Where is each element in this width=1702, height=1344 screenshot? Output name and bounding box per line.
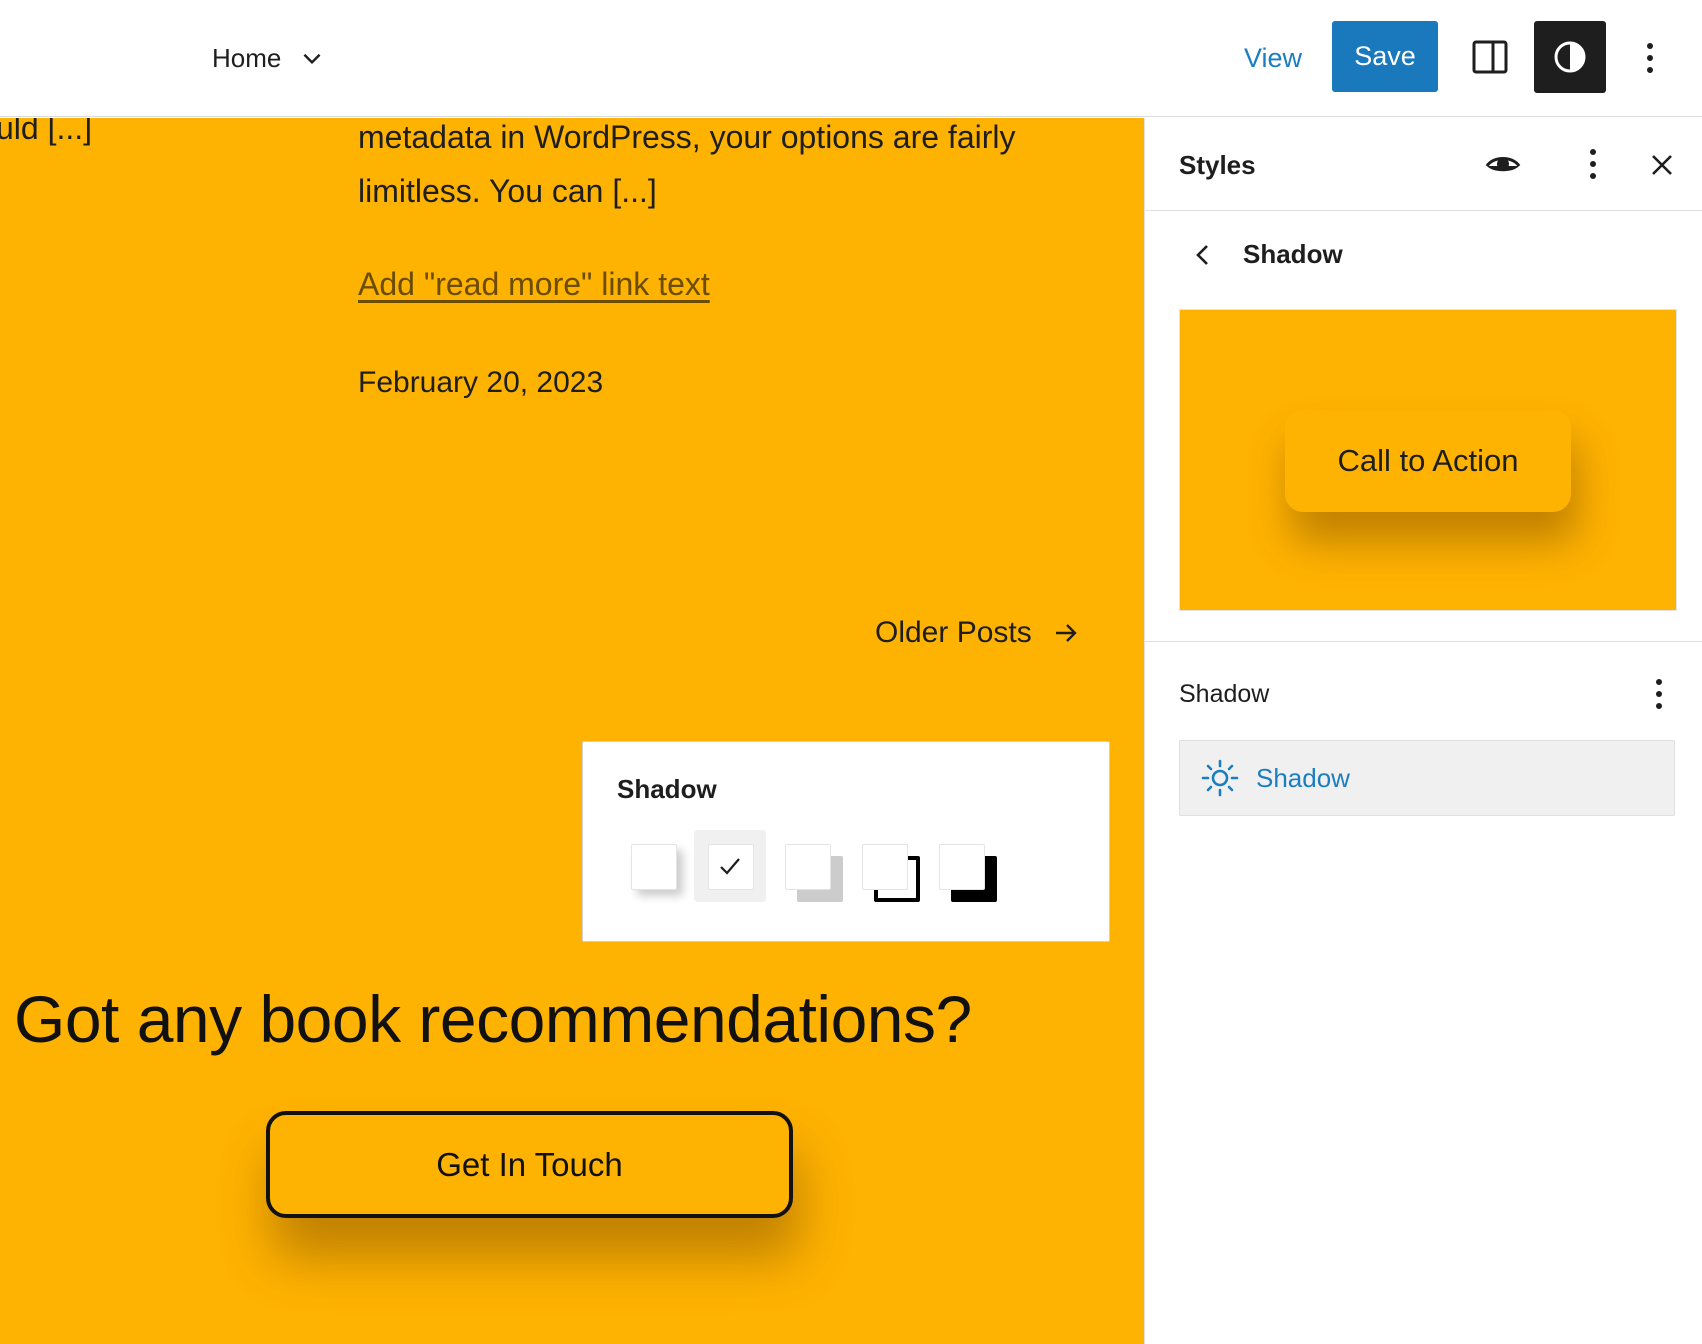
shadow-panel-title: Shadow <box>1179 680 1270 708</box>
styles-sidebar: Styles Shadow Call to Action Shadow Shad… <box>1144 118 1702 1344</box>
older-posts-label: Older Posts <box>875 616 1032 649</box>
more-vertical-icon[interactable] <box>1579 144 1607 184</box>
nav-title: Shadow <box>1243 239 1343 269</box>
chevron-left-icon[interactable] <box>1189 241 1217 269</box>
arrow-right-icon <box>1055 624 1077 642</box>
styles-toggle-button[interactable] <box>1534 21 1606 93</box>
close-icon[interactable] <box>1645 148 1679 182</box>
preview-cta-button: Call to Action <box>1285 410 1571 512</box>
sidebar-header: Styles <box>1145 118 1702 211</box>
sidebar-title: Styles <box>1179 150 1256 180</box>
post-excerpt: metadata in WordPress, your options are … <box>358 119 1016 209</box>
contrast-icon <box>1554 41 1586 73</box>
cta-heading: Got any book recommendations? <box>14 982 972 1056</box>
sidebar-layout-icon[interactable] <box>1470 37 1510 77</box>
editor-header: Home View Save <box>0 0 1702 117</box>
shadow-preset-deep[interactable] <box>694 830 766 902</box>
shadow-popover: Shadow <box>582 741 1110 942</box>
save-button[interactable]: Save <box>1332 21 1438 92</box>
divider <box>1145 641 1702 642</box>
shadow-swatch <box>862 844 908 890</box>
post-date: February 20, 2023 <box>358 366 604 399</box>
older-posts-link[interactable]: Older Posts <box>875 616 1080 650</box>
eye-icon[interactable] <box>1483 146 1523 186</box>
shadow-preset-natural[interactable] <box>617 830 689 902</box>
shadow-preview: Call to Action <box>1179 309 1677 611</box>
sun-icon <box>1201 759 1239 797</box>
more-vertical-icon[interactable] <box>1636 36 1664 80</box>
editor-canvas: uld [...] metadata in WordPress, your op… <box>0 118 1144 1344</box>
chevron-down-icon <box>303 53 321 65</box>
get-in-touch-button[interactable]: Get In Touch <box>266 1111 793 1218</box>
shadow-swatch <box>785 844 831 890</box>
shadow-control-button[interactable]: Shadow <box>1179 740 1675 816</box>
shadow-preset-outlined[interactable] <box>848 830 920 902</box>
popover-title: Shadow <box>617 774 717 804</box>
shadow-swatch <box>939 844 985 890</box>
shadow-swatch <box>631 844 677 890</box>
document-title: Home <box>212 42 282 73</box>
check-icon <box>720 858 740 875</box>
document-title-dropdown[interactable]: Home <box>212 36 325 80</box>
view-button[interactable]: View <box>1244 36 1302 80</box>
shadow-control-label: Shadow <box>1256 762 1350 793</box>
styles-nav-row: Shadow <box>1145 211 1702 301</box>
shadow-preset-sharp[interactable] <box>771 830 843 902</box>
post-excerpt-fragment: uld [...] <box>0 118 93 146</box>
read-more-link[interactable]: Add "read more" link text <box>358 266 710 303</box>
shadow-preset-crisp[interactable] <box>925 830 997 902</box>
more-vertical-icon[interactable] <box>1645 674 1673 714</box>
